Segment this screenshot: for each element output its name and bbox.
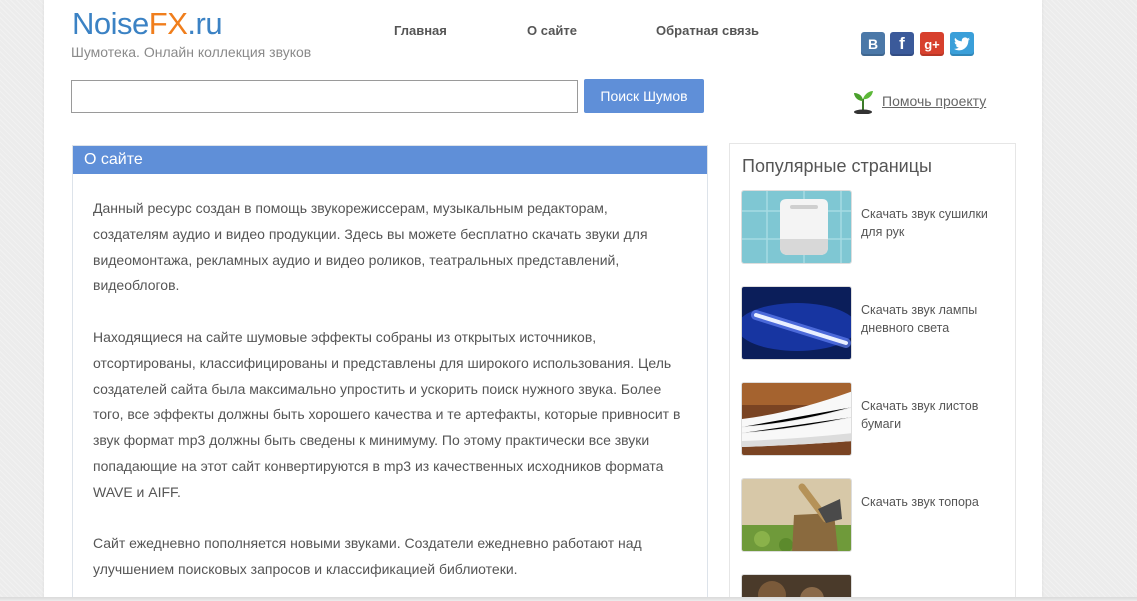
paper-sheets-thumbnail[interactable] <box>741 382 852 456</box>
page: NoiseFX.ru Шумотека. Онлайн коллекция зв… <box>44 0 1042 601</box>
nav-home[interactable]: Главная <box>394 23 447 38</box>
site-tagline: Шумотека. Онлайн коллекция звуков <box>71 44 312 60</box>
help-project-label: Помочь проекту <box>882 93 987 109</box>
site-logo[interactable]: NoiseFX.ru <box>72 6 223 42</box>
vk-icon[interactable]: B <box>861 32 885 56</box>
about-paragraph: Данный ресурс создан в помощь звукорежис… <box>93 200 648 294</box>
about-body: Данный ресурс создан в помощь звукорежис… <box>73 174 707 583</box>
popular-item-paper-sheets[interactable]: Скачать звук листов бумаги <box>741 382 1011 456</box>
nav-about[interactable]: О сайте <box>527 23 577 38</box>
popular-item-label[interactable]: Скачать звук сушилки для рук <box>861 206 1011 241</box>
twitter-icon[interactable] <box>950 32 974 56</box>
google-plus-icon[interactable]: g+ <box>920 32 944 56</box>
about-panel: О сайте Данный ресурс создан в помощь зв… <box>72 145 708 601</box>
search-button[interactable]: Поиск Шумов <box>584 79 704 113</box>
popular-item-fluorescent-lamp[interactable]: Скачать звук лампы дневного света <box>741 286 1011 360</box>
popular-item-hand-dryer[interactable]: Скачать звук сушилки для рук <box>741 190 1011 264</box>
axe-thumbnail[interactable] <box>741 478 852 552</box>
popular-pages-title: Популярные страницы <box>742 156 932 176</box>
popular-item-label[interactable]: Скачать звук топора <box>861 494 1011 512</box>
help-project-link[interactable]: Помочь проекту <box>852 88 986 114</box>
about-title: О сайте <box>73 146 707 174</box>
popular-item-label[interactable]: Скачать звук лампы дневного света <box>861 302 1011 337</box>
about-paragraph: Сайт ежедневно пополняется новыми звукам… <box>93 535 642 578</box>
fluorescent-lamp-thumbnail[interactable] <box>741 286 852 360</box>
facebook-icon[interactable]: f <box>890 32 914 56</box>
nav-feedback[interactable]: Обратная связь <box>656 23 759 38</box>
popular-item-label[interactable]: Скачать звук листов бумаги <box>861 398 1011 433</box>
sprout-icon <box>854 91 873 114</box>
popular-item-axe[interactable]: Скачать звук топора <box>741 478 1011 552</box>
hand-dryer-thumbnail[interactable] <box>741 190 852 264</box>
search-input[interactable] <box>71 80 578 113</box>
popular-pages-sidebar: Популярные страницы Скачать звук сушилки… <box>729 143 1016 601</box>
about-paragraph: Находящиеся на сайте шумовые эффекты соб… <box>93 328 681 500</box>
bottom-divider <box>0 597 1137 601</box>
